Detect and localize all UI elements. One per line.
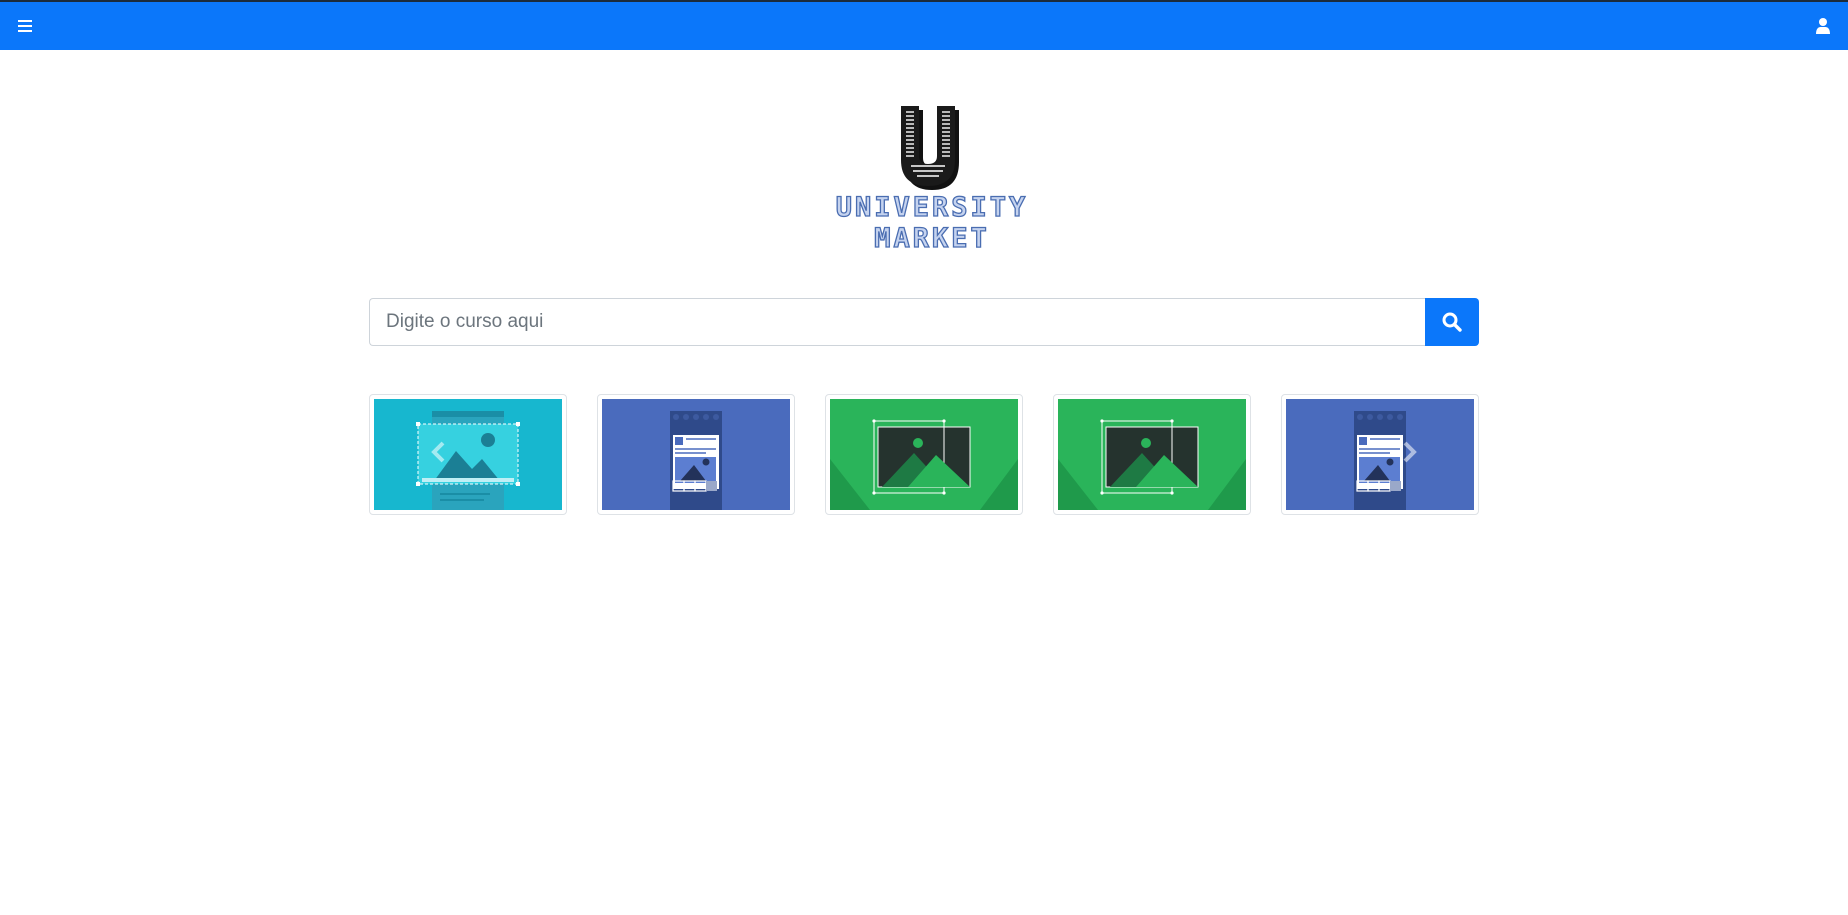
mobile-layout-placeholder [602, 399, 790, 510]
image-carousel [369, 394, 1479, 515]
landscape-crop-placeholder [830, 399, 1018, 510]
top-navbar [0, 0, 1848, 50]
carousel-prev-button[interactable] [426, 438, 450, 466]
carousel-item[interactable] [369, 394, 567, 515]
site-logo[interactable]: UNIVERSITY MARKET [774, 106, 1090, 255]
mobile-layout-placeholder [1286, 399, 1474, 510]
carousel-item[interactable] [825, 394, 1023, 515]
hamburger-menu-button[interactable] [14, 16, 36, 36]
logo-text: UNIVERSITY MARKET [835, 191, 1029, 254]
carousel-item[interactable] [1281, 394, 1479, 515]
course-search-input[interactable] [369, 298, 1425, 346]
chevron-right-icon [1403, 441, 1417, 463]
user-account-button[interactable] [1812, 15, 1834, 37]
search-button[interactable] [1425, 298, 1479, 346]
u-letter-logo [901, 106, 959, 190]
carousel-item[interactable] [597, 394, 795, 515]
course-search-bar [369, 298, 1479, 346]
chevron-left-icon [431, 441, 445, 463]
carousel-item[interactable] [1053, 394, 1251, 515]
search-icon [1442, 312, 1462, 332]
hamburger-menu-icon [18, 20, 32, 32]
carousel-next-button[interactable] [1398, 438, 1422, 466]
user-icon [1816, 18, 1830, 34]
landscape-crop-placeholder [1058, 399, 1246, 510]
image-editor-placeholder [374, 399, 562, 510]
